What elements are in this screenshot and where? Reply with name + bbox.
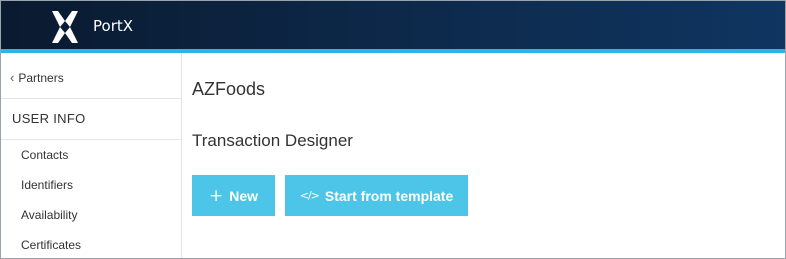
back-link-label: Partners — [18, 70, 64, 85]
chevron-left-icon: ‹ — [10, 70, 15, 85]
top-navigation-bar: PortX — [1, 1, 785, 53]
plus-icon: + — [208, 185, 224, 206]
sidebar-divider — [1, 98, 182, 99]
back-to-partners-link[interactable]: ‹ Partners — [10, 70, 64, 85]
app-window: PortX ‹ Partners USER INFO Contacts Iden… — [0, 0, 786, 259]
main-content: AZFoods Transaction Designer + New </> S… — [182, 53, 785, 258]
sidebar: ‹ Partners USER INFO Contacts Identifier… — [1, 53, 182, 258]
page-title: AZFoods — [192, 79, 266, 99]
sidebar-item-certificates[interactable]: Certificates — [21, 238, 81, 252]
sidebar-item-availability[interactable]: Availability — [21, 208, 77, 222]
sidebar-item-identifiers[interactable]: Identifiers — [21, 178, 73, 192]
template-button-label: Start from template — [324, 187, 454, 204]
new-transaction-button[interactable]: + New — [192, 175, 275, 216]
portx-logo-icon[interactable] — [50, 11, 80, 43]
sidebar-item-contacts[interactable]: Contacts — [21, 148, 68, 162]
brand-name[interactable]: PortX — [93, 17, 133, 35]
sidebar-divider — [1, 139, 182, 140]
sidebar-section-title: USER INFO — [12, 111, 86, 126]
code-icon: </> — [299, 189, 320, 202]
new-button-label: New — [229, 187, 259, 204]
start-from-template-button[interactable]: </> Start from template — [285, 175, 468, 216]
section-heading: Transaction Designer — [192, 131, 353, 150]
